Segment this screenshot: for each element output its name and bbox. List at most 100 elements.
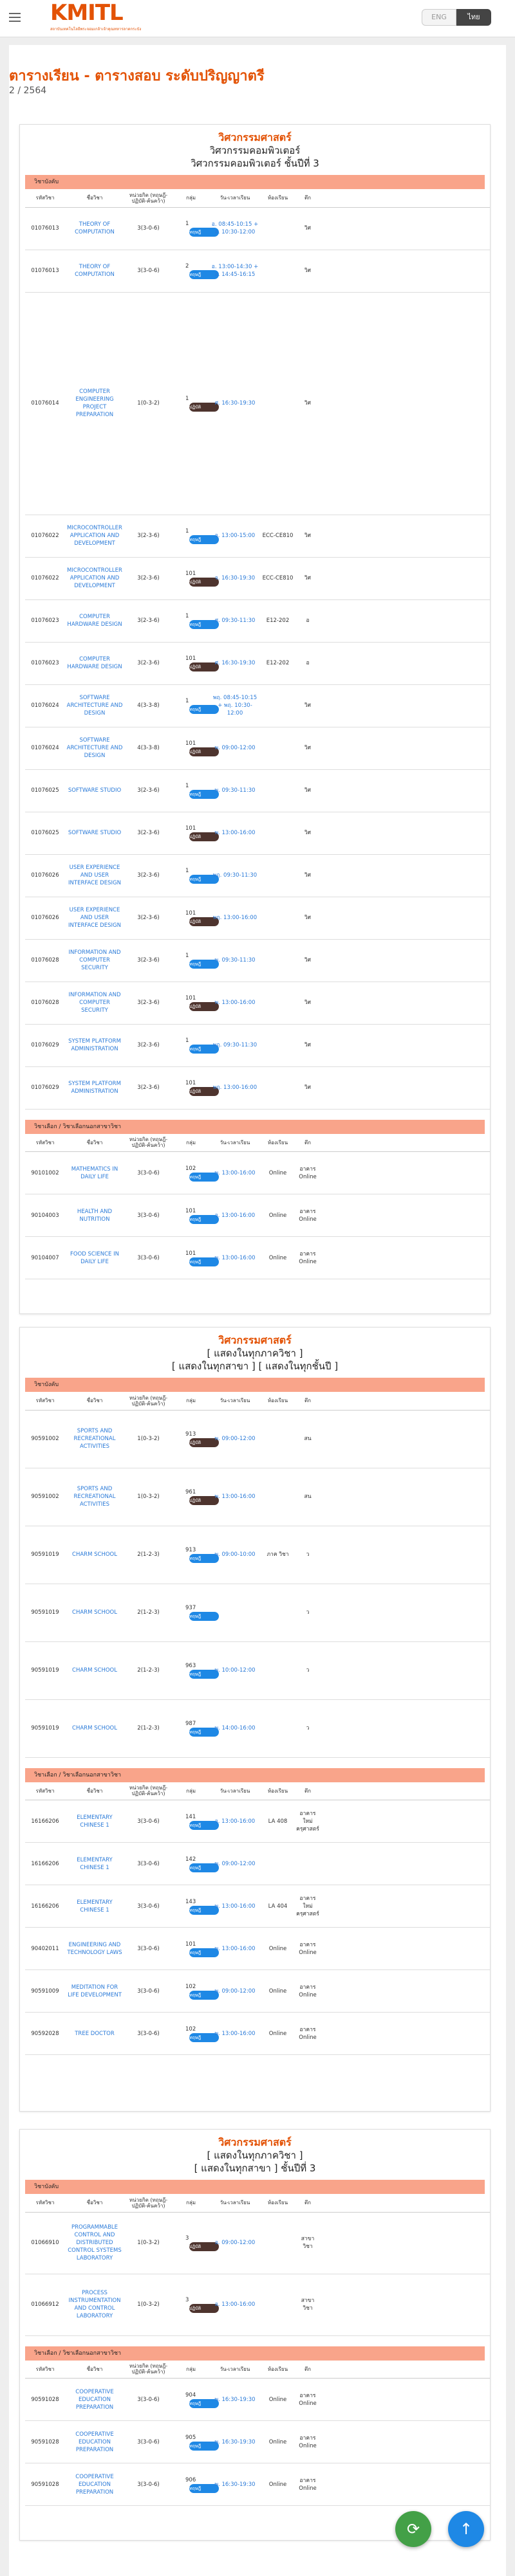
code-cell: 01066912 [25, 2274, 65, 2336]
building-cell: อ [295, 642, 321, 685]
course-name-link[interactable]: ELEMENTARY CHINESE 1 [65, 1842, 124, 1885]
group-cell: 937ทฤษฎี [173, 1584, 219, 1642]
group-cell: 101ทฤษฎี [173, 1236, 219, 1279]
code-cell: 01076013 [25, 207, 65, 250]
group-cell: 906ทฤษฎี [173, 2463, 219, 2506]
time-cell: จ. 13:00-16:00 [209, 1800, 261, 1843]
time-cell: พ. 16:30-19:30 [209, 2420, 261, 2463]
course-name-link[interactable]: SPORTS AND RECREATIONAL ACTIVITIES [65, 1468, 124, 1526]
course-name-link[interactable]: ENGINEERING AND TECHNOLOGY LAWS [65, 1927, 124, 1970]
building-cell: วิศ [295, 982, 321, 1025]
unit-cell: 3(3-0-6) [124, 1194, 173, 1237]
course-name-link[interactable]: MEDITATION FOR LIFE DEVELOPMENT [65, 1969, 124, 2013]
column-header-building: ตึก [295, 2194, 321, 2213]
course-name-link[interactable]: COOPERATIVE EDUCATION PREPARATION [65, 2463, 124, 2506]
course-name-link[interactable]: PROCESS INSTRUMENTATION AND CONTROL LABO… [65, 2274, 124, 2336]
group-number: 1 [185, 698, 189, 704]
group-number: 101 [185, 825, 196, 832]
course-name-link[interactable]: THEORY OF COMPUTATION [65, 250, 124, 293]
unit-cell: 3(2-3-6) [124, 599, 173, 643]
lang-th-button[interactable]: ไทย [456, 9, 491, 26]
theory-badge: ทฤษฎี [189, 1612, 219, 1621]
column-header-code: รหัสวิชา [25, 1392, 65, 1411]
unit-cell: 3(2-3-6) [124, 557, 173, 600]
group-cell: 1ทฤษฎี [173, 939, 219, 982]
course-name-link[interactable]: TREE DOCTOR [65, 2012, 124, 2055]
course-name-link[interactable]: SOFTWARE STUDIO [65, 769, 124, 812]
course-name-link[interactable]: COMPUTER HARDWARE DESIGN [65, 599, 124, 643]
table-row: 01076028 INFORMATION AND COMPUTER SECURIT… [25, 982, 490, 1025]
course-name-link[interactable]: COMPUTER ENGINEERING PROJECT PREPARATION [65, 292, 124, 515]
table-row: 90591028 COOPERATIVE EDUCATION PREPARATIO… [25, 2378, 490, 2421]
building-cell: วิศ [295, 250, 321, 293]
table-row: 90591002 SPORTS AND RECREATIONAL ACTIVITI… [25, 1468, 490, 1526]
course-name-link[interactable]: SOFTWARE ARCHITECTURE AND DESIGN [65, 727, 124, 770]
time-cell: ศ. 16:30-19:30 [209, 292, 261, 515]
time-cell: พ. 09:00-10:00 [209, 1526, 261, 1584]
course-name-link[interactable]: MATHEMATICS IN DAILY LIFE [65, 1151, 124, 1194]
lang-en-button[interactable]: ENG [422, 9, 456, 26]
table-row: 01076013 THEORY OF COMPUTATION 3(3-0-6) 1ทฤ… [25, 207, 490, 250]
group-cell: 101ทฤษฎี [173, 1194, 219, 1237]
course-name-link[interactable]: ELEMENTARY CHINESE 1 [65, 1800, 124, 1843]
course-name-link[interactable]: COMPUTER HARDWARE DESIGN [65, 642, 124, 685]
room-cell: Online [261, 2420, 295, 2463]
kmitl-logo[interactable]: KMITL [50, 1, 124, 24]
course-name-link[interactable]: INFORMATION AND COMPUTER SECURITY [65, 939, 124, 982]
section-header: วิชาบังคับ [25, 2180, 485, 2194]
column-header-unit: หน่วยกิต (ทฤษฎี-ปฏิบัติ-ค้นคว้า) [124, 1392, 173, 1411]
course-name-link[interactable]: HEALTH AND NUTRITION [65, 1194, 124, 1237]
building-cell [295, 1842, 321, 1885]
course-name-link[interactable]: MICROCONTROLLER APPLICATION AND DEVELOPM… [65, 557, 124, 600]
course-name-link[interactable]: MICROCONTROLLER APPLICATION AND DEVELOPM… [65, 515, 124, 558]
course-name-link[interactable]: SOFTWARE STUDIO [65, 812, 124, 855]
scroll-top-button[interactable]: ↑ [448, 2511, 484, 2547]
course-name-link[interactable]: PROGRAMMABLE CONTROL AND DISTRIBUTED CON… [65, 2212, 124, 2274]
course-name-link[interactable]: USER EXPERIENCE AND USER INTERFACE DESIG… [65, 897, 124, 940]
group-cell: 101ปฏิบัติ [173, 897, 219, 940]
column-header-room: ห้องเรียน [261, 1392, 295, 1411]
code-cell: 01076028 [25, 939, 65, 982]
course-name-link[interactable]: CHARM SCHOOL [65, 1699, 124, 1758]
course-name-link[interactable]: SYSTEM PLATFORM ADMINISTRATION [65, 1066, 124, 1110]
group-number: 102 [185, 1983, 196, 1990]
building-cell: ว [295, 1526, 321, 1584]
building-cell: อาคาร Online [295, 2463, 321, 2506]
course-name-link[interactable]: SOFTWARE ARCHITECTURE AND DESIGN [65, 684, 124, 727]
course-name-link[interactable]: INFORMATION AND COMPUTER SECURITY [65, 982, 124, 1025]
course-name-link[interactable]: FOOD SCIENCE IN DAILY LIFE [65, 1236, 124, 1279]
course-name-link[interactable]: THEORY OF COMPUTATION [65, 207, 124, 250]
course-name-link[interactable]: ELEMENTARY CHINESE 1 [65, 1885, 124, 1928]
group-number: 3 [185, 2235, 189, 2242]
building-cell: อาคาร Online [295, 1969, 321, 2013]
course-table: รหัสวิชา ชื่อวิชา หน่วยกิต (ทฤษฎี-ปฏิบัติ-… [25, 1392, 490, 1758]
course-name-link[interactable]: CHARM SCHOOL [65, 1641, 124, 1700]
group-number: 913 [185, 1547, 196, 1553]
course-name-link[interactable]: CHARM SCHOOL [65, 1584, 124, 1642]
room-cell [261, 1066, 295, 1110]
room-cell: Online [261, 2012, 295, 2055]
table-header-row: รหัสวิชา ชื่อวิชา หน่วยกิต (ทฤษฎี-ปฏิบัติ-… [25, 1133, 490, 1152]
program-line: [ แสดงในทุกสาขา ] ชั้นปีที่ 3 [194, 2162, 316, 2174]
group-cell: 102ทฤษฎี [173, 2012, 219, 2055]
group-number: 963 [185, 1663, 196, 1669]
unit-cell: 1(0-3-2) [124, 2274, 173, 2336]
column-header-unit: หน่วยกิต (ทฤษฎี-ปฏิบัติ-ค้นคว้า) [124, 2194, 173, 2213]
group-number: 101 [185, 910, 196, 917]
course-name-link[interactable]: SPORTS AND RECREATIONAL ACTIVITIES [65, 1410, 124, 1468]
building-cell: วิศ [295, 292, 321, 515]
building-cell: อาคาร Online [295, 2012, 321, 2055]
course-name-link[interactable]: USER EXPERIENCE AND USER INTERFACE DESIG… [65, 854, 124, 897]
course-name-link[interactable]: CHARM SCHOOL [65, 1526, 124, 1584]
refresh-button[interactable]: ⟳ [395, 2511, 431, 2547]
group-number: 937 [185, 1605, 196, 1611]
course-name-link[interactable]: COOPERATIVE EDUCATION PREPARATION [65, 2378, 124, 2421]
course-name-link[interactable]: SYSTEM PLATFORM ADMINISTRATION [65, 1024, 124, 1067]
room-cell [261, 207, 295, 250]
time-cell: ศ. 16:30-19:30 [209, 642, 261, 685]
course-name-link[interactable]: COOPERATIVE EDUCATION PREPARATION [65, 2420, 124, 2463]
building-cell: อาคาร Online [295, 2420, 321, 2463]
unit-cell: 3(3-0-6) [124, 2012, 173, 2055]
group-number: 101 [185, 1080, 196, 1086]
menu-icon[interactable] [9, 13, 21, 22]
